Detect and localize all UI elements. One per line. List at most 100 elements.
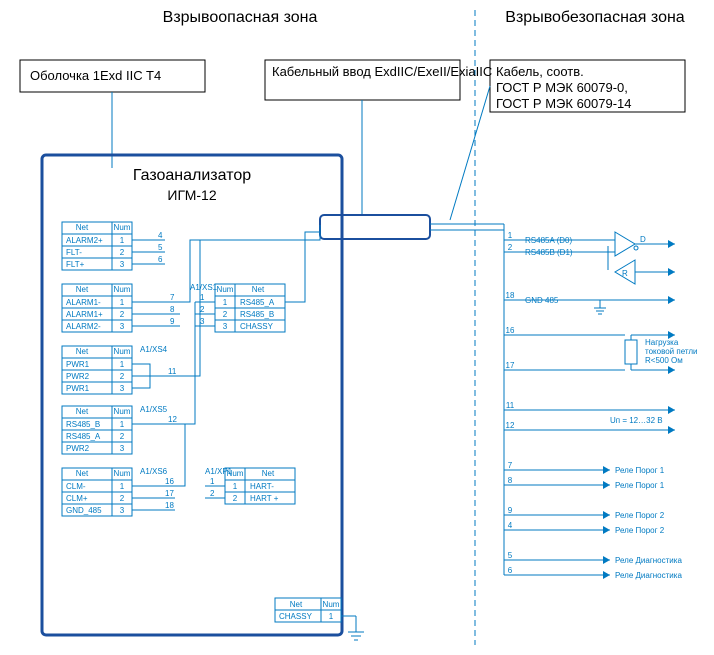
svg-text:Реле Порог 2: Реле Порог 2 (615, 511, 665, 520)
cable-label-2: ГОСТ Р МЭК 60079-0, (496, 80, 628, 95)
svg-text:D: D (640, 235, 646, 244)
svg-text:ALARM1+: ALARM1+ (66, 310, 103, 319)
svg-text:1: 1 (120, 298, 125, 307)
svg-text:18: 18 (506, 291, 515, 300)
cable-label-3: ГОСТ Р МЭК 60079-14 (496, 96, 632, 111)
svg-text:2: 2 (233, 494, 238, 503)
svg-text:3: 3 (120, 322, 125, 331)
loop-label-1: Нагрузка (645, 338, 679, 347)
svg-text:18: 18 (165, 501, 174, 510)
svg-text:7: 7 (170, 293, 175, 302)
svg-text:1: 1 (508, 231, 513, 240)
svg-text:ALARM2+: ALARM2+ (66, 236, 103, 245)
svg-text:2: 2 (120, 372, 125, 381)
svg-text:Реле Диагностика: Реле Диагностика (615, 571, 682, 580)
svg-text:Num: Num (114, 285, 131, 294)
right-terminals: 1RS485A (D0) 2RS485B (D1) 18GND 485 16 1… (504, 231, 573, 575)
svg-text:Net: Net (76, 223, 89, 232)
svg-text:12: 12 (506, 421, 515, 430)
svg-text:17: 17 (506, 361, 515, 370)
svg-text:R: R (622, 269, 628, 278)
svg-text:11: 11 (506, 401, 515, 410)
svg-text:FLT-: FLT- (66, 248, 82, 257)
svg-text:3: 3 (120, 260, 125, 269)
svg-text:HART-: HART- (250, 482, 274, 491)
svg-text:Num: Num (114, 407, 131, 416)
svg-text:Net: Net (252, 285, 265, 294)
svg-text:1: 1 (329, 612, 334, 621)
svg-text:3: 3 (223, 322, 228, 331)
svg-text:Net: Net (290, 600, 303, 609)
svg-text:4: 4 (158, 231, 163, 240)
svg-text:CLM+: CLM+ (66, 494, 88, 503)
svg-text:PWR2: PWR2 (66, 444, 90, 453)
svg-text:Num: Num (323, 600, 340, 609)
svg-text:3: 3 (120, 384, 125, 393)
svg-text:ALARM1-: ALARM1- (66, 298, 101, 307)
svg-text:CLM-: CLM- (66, 482, 86, 491)
svg-text:3: 3 (120, 506, 125, 515)
svg-text:A1/XS1: A1/XS1 (190, 283, 218, 292)
svg-text:Реле Порог 2: Реле Порог 2 (615, 526, 665, 535)
svg-text:RS485_B: RS485_B (240, 310, 274, 319)
terminal-table-5: Net Num RS485_B1 RS485_A2 PWR23 (62, 406, 132, 454)
rs485-driver-icon: D R (520, 232, 675, 284)
svg-text:6: 6 (508, 566, 513, 575)
cable-lead (450, 86, 490, 220)
svg-text:Net: Net (76, 285, 89, 294)
svg-text:HART +: HART + (250, 494, 279, 503)
svg-text:5: 5 (158, 243, 163, 252)
svg-text:2: 2 (200, 305, 205, 314)
svg-text:3: 3 (200, 317, 205, 326)
svg-text:GND_485: GND_485 (66, 506, 102, 515)
svg-text:3: 3 (120, 444, 125, 453)
svg-text:1: 1 (120, 236, 125, 245)
svg-text:PWR2: PWR2 (66, 372, 90, 381)
svg-text:1: 1 (223, 298, 228, 307)
svg-text:4: 4 (508, 521, 513, 530)
device-model: ИГМ-12 (167, 187, 216, 203)
device-title: Газоанализатор (133, 167, 251, 184)
svg-text:Num: Num (114, 347, 131, 356)
svg-text:Net: Net (76, 469, 89, 478)
ground-icon-gnd485 (594, 300, 606, 314)
svg-text:2: 2 (120, 310, 125, 319)
svg-text:2: 2 (120, 248, 125, 257)
svg-text:2: 2 (120, 432, 125, 441)
loop-label-3: R<500 Ом (645, 356, 683, 365)
svg-text:CHASSY: CHASSY (279, 612, 313, 621)
loop-label-2: токовой петли (645, 347, 698, 356)
terminal-table-6: Net Num CLM-1 CLM+2 GND_4853 (62, 468, 132, 516)
svg-text:1: 1 (200, 293, 205, 302)
svg-text:RS485_B: RS485_B (66, 420, 100, 429)
svg-text:2: 2 (508, 243, 513, 252)
svg-text:CHASSY: CHASSY (240, 322, 274, 331)
terminal-table-7: Num Net 1HART- 2HART + (225, 468, 295, 504)
svg-text:PWR1: PWR1 (66, 384, 90, 393)
zone-safe-title: Взрывобезопасная зона (505, 9, 685, 26)
terminal-table-2: Net Num ALARM1-1 ALARM1+2 ALARM2-3 (62, 284, 132, 332)
resistor-icon (625, 340, 637, 364)
svg-text:PWR1: PWR1 (66, 360, 90, 369)
svg-text:Net: Net (262, 469, 275, 478)
svg-text:5: 5 (508, 551, 513, 560)
svg-text:Net: Net (76, 407, 89, 416)
svg-text:FLT+: FLT+ (66, 260, 85, 269)
terminal-table-1: Net Num ALARM2+ 1 FLT- 2 FLT+ 3 (62, 222, 132, 270)
svg-text:A1/XS5: A1/XS5 (140, 405, 168, 414)
svg-text:8: 8 (508, 476, 513, 485)
svg-text:2: 2 (223, 310, 228, 319)
ground-icon (341, 616, 364, 640)
zone-hazardous-title: Взрывоопасная зона (163, 9, 318, 26)
svg-text:17: 17 (165, 489, 174, 498)
svg-text:16: 16 (506, 326, 515, 335)
svg-text:1: 1 (233, 482, 238, 491)
voltage-label: Uп = 12…32 В (610, 416, 663, 425)
svg-text:1: 1 (120, 420, 125, 429)
svg-text:A1/XP1: A1/XP1 (205, 467, 233, 476)
svg-text:Num: Num (114, 223, 131, 232)
svg-text:6: 6 (158, 255, 163, 264)
svg-text:Реле Порог 1: Реле Порог 1 (615, 481, 665, 490)
terminal-table-chassy: Net Num CHASSY 1 (275, 598, 341, 622)
svg-text:A1/XS6: A1/XS6 (140, 467, 168, 476)
